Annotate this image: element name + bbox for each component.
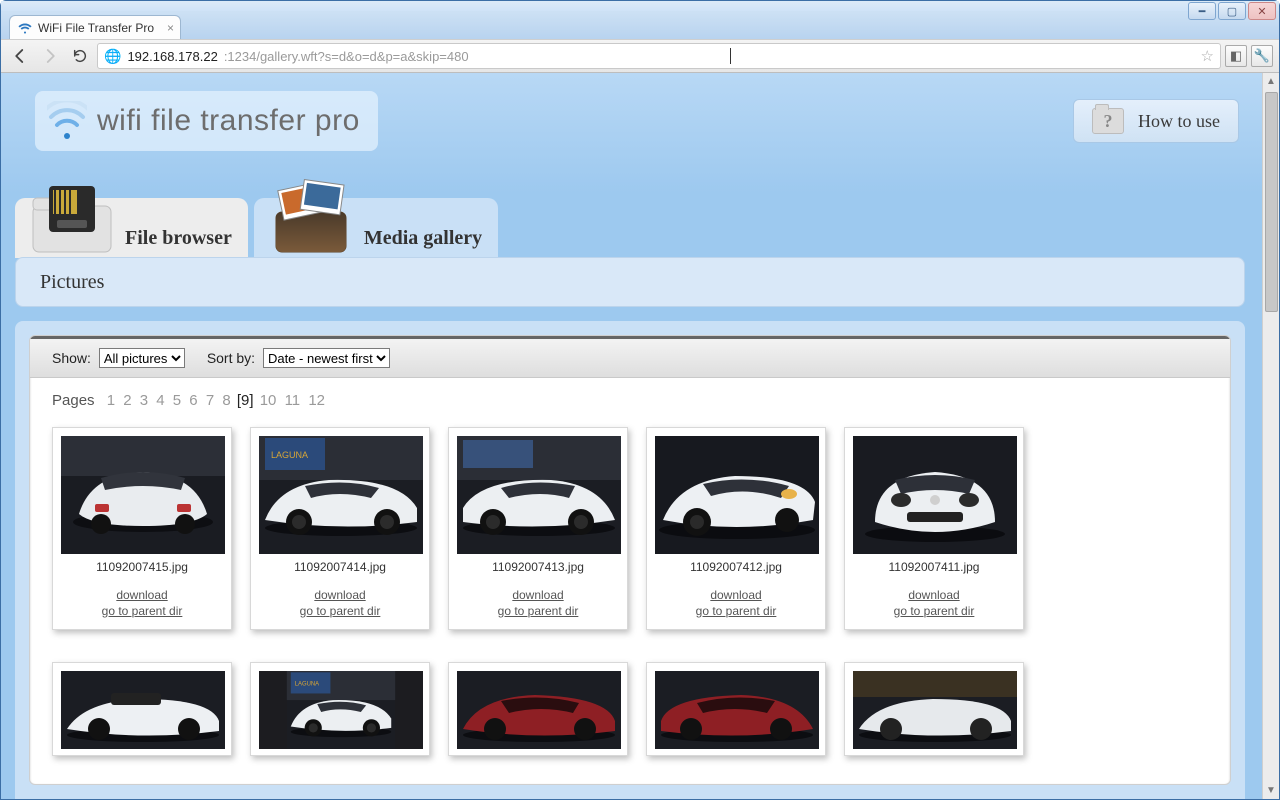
pager-link[interactable]: 7 [206, 392, 214, 409]
parent-dir-link[interactable]: go to parent dir [457, 604, 619, 620]
browser-tab[interactable]: WiFi File Transfer Pro × [9, 15, 181, 39]
download-link[interactable]: download [259, 588, 421, 604]
url-path: :1234/gallery.wft?s=d&o=d&p=a&skip=480 [224, 49, 469, 64]
pager-link[interactable]: 1 [107, 392, 115, 409]
reload-button[interactable] [67, 43, 93, 69]
sort-select[interactable]: Date - newest first [263, 348, 390, 368]
parent-dir-link[interactable]: go to parent dir [655, 604, 817, 620]
app-banner: wifi file transfer pro [35, 91, 378, 151]
pager-link[interactable]: 5 [173, 392, 181, 409]
thumbnail-image[interactable] [853, 436, 1017, 554]
download-link[interactable]: download [61, 588, 223, 604]
wifi-favicon-icon [18, 21, 32, 35]
scroll-down-icon[interactable]: ▼ [1263, 782, 1279, 799]
window-close-button[interactable]: ✕ [1248, 2, 1276, 20]
thumbnail-filename: 11092007413.jpg [457, 560, 619, 574]
thumbnail-card: 11092007412.jpg downloadgo to parent dir [646, 427, 826, 630]
forward-button[interactable] [37, 43, 63, 69]
text-cursor [730, 48, 731, 64]
media-gallery-icon [266, 178, 356, 256]
pager-link[interactable]: 10 [260, 392, 277, 409]
thumbnail-image[interactable] [61, 436, 225, 554]
pager-link[interactable]: 12 [308, 392, 325, 409]
thumbnail-card: LAGUNA [250, 662, 430, 756]
svg-text:LAGUNA: LAGUNA [295, 682, 319, 688]
pager-link[interactable]: 8 [222, 392, 230, 409]
pager-link[interactable]: 6 [189, 392, 197, 409]
show-select[interactable]: All pictures [99, 348, 185, 368]
pager: Pages 1 2 3 4 5 6 7 8 [9] 10 11 12 [30, 378, 1230, 417]
tab-media-gallery[interactable]: Media gallery [254, 198, 498, 258]
section-title: Pictures [40, 271, 104, 294]
file-browser-icon [27, 178, 117, 256]
panel-toggle-icon[interactable]: ◧ [1225, 45, 1247, 67]
tab-file-browser[interactable]: File browser [15, 198, 248, 258]
pager-label: Pages [52, 392, 95, 409]
wrench-menu-icon[interactable]: 🔧 [1251, 45, 1273, 67]
parent-dir-link[interactable]: go to parent dir [853, 604, 1015, 620]
site-info-icon[interactable]: 🌐 [104, 48, 121, 65]
thumbnail-image[interactable] [853, 671, 1017, 749]
thumbnail-image[interactable] [457, 671, 621, 749]
show-label: Show: [52, 350, 91, 366]
browser-toolbar: 🌐 192.168.178.22 :1234/gallery.wft?s=d&o=… [1, 39, 1279, 73]
parent-dir-link[interactable]: go to parent dir [61, 604, 223, 620]
download-link[interactable]: download [853, 588, 1015, 604]
address-bar[interactable]: 🌐 192.168.178.22 :1234/gallery.wft?s=d&o=… [97, 43, 1221, 69]
scrollbar-thumb[interactable] [1265, 92, 1278, 312]
browser-tabstrip: WiFi File Transfer Pro × [1, 11, 1279, 39]
thumbnail-card [646, 662, 826, 756]
thumbnail-card [52, 662, 232, 756]
tab-media-gallery-label: Media gallery [364, 227, 482, 250]
thumbnail-filename: 11092007415.jpg [61, 560, 223, 574]
bookmark-star-icon[interactable]: ☆ [1201, 47, 1214, 65]
url-host: 192.168.178.22 [127, 49, 217, 64]
thumbnail-card: 11092007415.jpg downloadgo to parent dir [52, 427, 232, 630]
thumbnail-card [448, 662, 628, 756]
app-title: wifi file transfer pro [97, 104, 360, 138]
how-to-use-label: How to use [1138, 111, 1220, 132]
browser-tab-title: WiFi File Transfer Pro [38, 21, 154, 35]
parent-dir-link[interactable]: go to parent dir [259, 604, 421, 620]
thumbnail-filename: 11092007414.jpg [259, 560, 421, 574]
how-to-use-button[interactable]: ? How to use [1073, 99, 1239, 143]
thumbnail-image[interactable] [457, 436, 621, 554]
scroll-up-icon[interactable]: ▲ [1263, 73, 1279, 90]
vertical-scrollbar[interactable]: ▲ ▼ [1262, 73, 1279, 799]
thumbnail-image[interactable] [61, 671, 225, 749]
pager-link[interactable]: 4 [156, 392, 164, 409]
sort-label: Sort by: [207, 350, 255, 366]
pager-link[interactable]: 3 [140, 392, 148, 409]
help-folder-icon: ? [1092, 108, 1124, 134]
thumbnail-card: 11092007413.jpg downloadgo to parent dir [448, 427, 628, 630]
window-minimize-button[interactable]: ━ [1188, 2, 1216, 20]
section-header: Pictures [15, 257, 1245, 307]
thumbnail-image[interactable]: LAGUNA [259, 436, 423, 554]
download-link[interactable]: download [655, 588, 817, 604]
thumbnail-card: 11092007411.jpg downloadgo to parent dir [844, 427, 1024, 630]
tab-file-browser-label: File browser [125, 227, 232, 250]
pager-link[interactable]: 11 [285, 392, 301, 409]
thumbnail-image[interactable] [655, 671, 819, 749]
thumbnail-card [844, 662, 1024, 756]
pager-link[interactable]: 2 [123, 392, 131, 409]
wifi-icon [47, 101, 87, 141]
thumbnail-filename: 11092007411.jpg [853, 560, 1015, 574]
thumbnail-filename: 11092007412.jpg [655, 560, 817, 574]
pager-current: [9] [237, 392, 254, 409]
gallery-panel: Show: All pictures Sort by: Date - newes… [15, 321, 1245, 799]
download-link[interactable]: download [457, 588, 619, 604]
window-titlebar [1, 1, 1279, 11]
thumbnail-card: LAGUNA 11092007414.jpg downloadgo to paren… [250, 427, 430, 630]
thumbnail-image[interactable] [655, 436, 819, 554]
gallery-toolbar: Show: All pictures Sort by: Date - newes… [30, 336, 1230, 378]
thumbnail-image[interactable]: LAGUNA [259, 671, 423, 749]
window-maximize-button[interactable]: ▢ [1218, 2, 1246, 20]
svg-text:LAGUNA: LAGUNA [271, 450, 308, 460]
tab-close-icon[interactable]: × [167, 21, 174, 35]
back-button[interactable] [7, 43, 33, 69]
